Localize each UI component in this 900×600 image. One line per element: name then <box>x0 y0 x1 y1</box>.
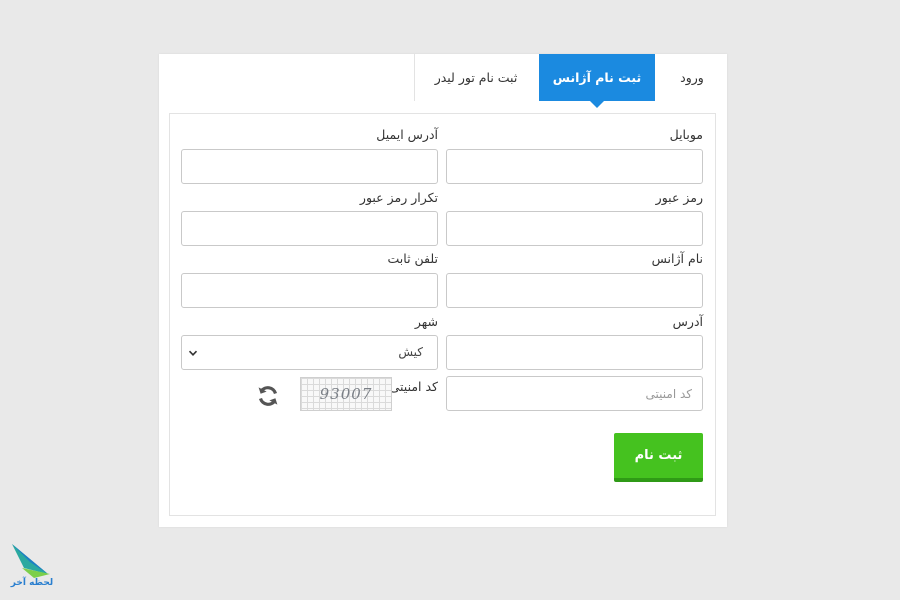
password-label: رمز عبور <box>655 190 703 205</box>
tab-tour-leader-register[interactable]: ثبت نام تور لیدر <box>414 54 537 101</box>
city-label: شهر <box>414 314 438 329</box>
form-panel: موبایل آدرس ایمیل رمز عبور تکرار رمز عبو… <box>169 113 716 516</box>
captcha-image: 93007 <box>300 377 392 411</box>
city-selected-value: کیش <box>398 345 423 359</box>
password-repeat-label: تکرار رمز عبور <box>359 190 438 205</box>
brand-logo: لحظه آخر <box>4 538 60 594</box>
logo-text: لحظه آخر <box>10 578 54 588</box>
tab-login[interactable]: ورود <box>657 54 727 101</box>
email-label: آدرس ایمیل <box>376 127 438 142</box>
email-input[interactable] <box>181 149 438 184</box>
page: ورود ثبت نام آژانس ثبت نام تور لیدر موبا… <box>0 0 900 600</box>
tab-agency-register[interactable]: ثبت نام آژانس <box>539 54 655 108</box>
captcha-label: کد امنیتی <box>389 379 438 394</box>
address-input[interactable] <box>446 335 703 370</box>
tab-bar: ورود ثبت نام آژانس ثبت نام تور لیدر <box>159 54 727 108</box>
city-select[interactable]: کیش <box>181 335 438 370</box>
agency-name-input[interactable] <box>446 273 703 308</box>
captcha-code: 93007 <box>319 385 373 403</box>
address-label: آدرس <box>672 314 703 329</box>
submit-register-button[interactable]: ثبت نام <box>614 433 703 482</box>
mobile-label: موبایل <box>669 127 703 142</box>
password-repeat-input[interactable] <box>181 211 438 246</box>
mobile-input[interactable] <box>446 149 703 184</box>
password-input[interactable] <box>446 211 703 246</box>
plane-logo-icon <box>12 544 50 578</box>
captcha-input[interactable] <box>446 376 703 411</box>
refresh-icon[interactable] <box>256 384 280 408</box>
chevron-down-icon <box>188 350 198 356</box>
registration-card: ورود ثبت نام آژانس ثبت نام تور لیدر موبا… <box>159 54 727 527</box>
phone-label: تلفن ثابت <box>387 251 438 266</box>
agency-name-label: نام آژانس <box>651 251 703 266</box>
phone-input[interactable] <box>181 273 438 308</box>
